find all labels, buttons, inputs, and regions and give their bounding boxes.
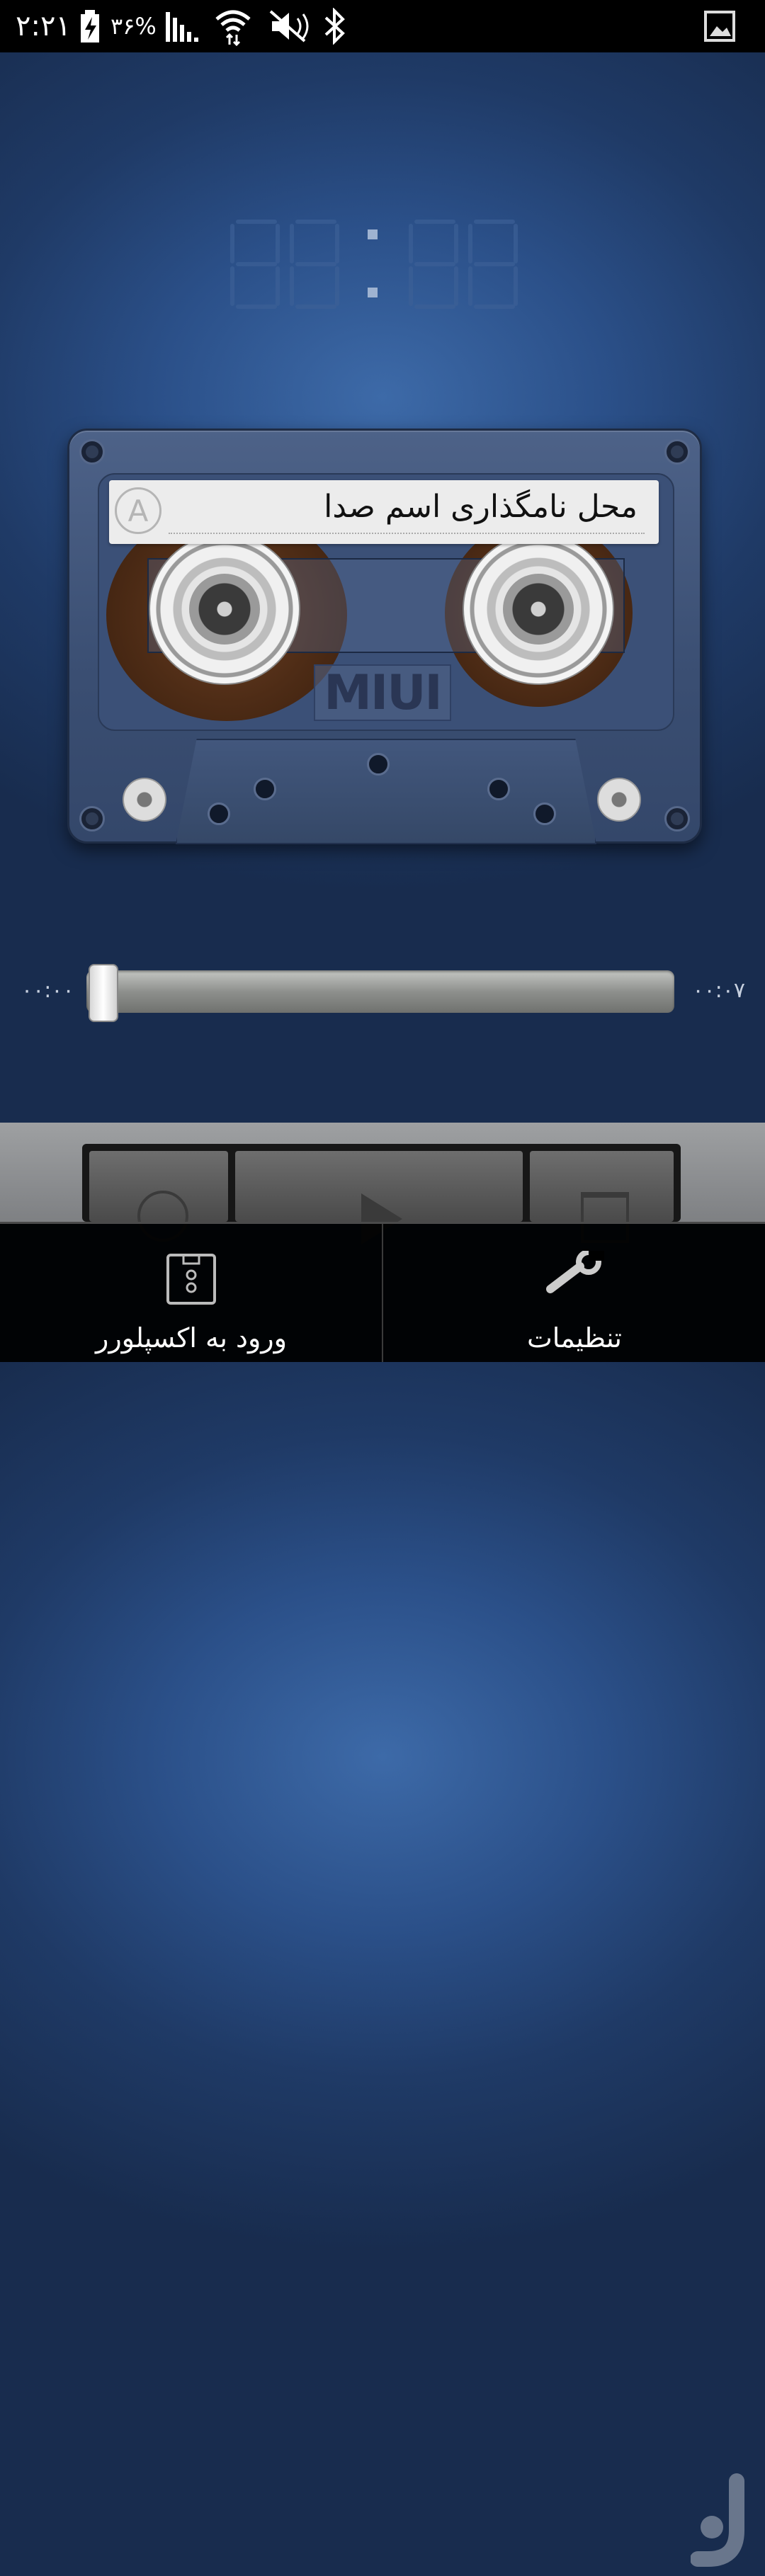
seek-thumb[interactable] (89, 964, 118, 1022)
screw-icon (664, 439, 690, 465)
tape-hole (367, 753, 390, 776)
play-button[interactable] (235, 1151, 523, 1244)
cassette-tape: A محل نامگذاری اسم صدا MIUI (67, 429, 702, 844)
elapsed-time: ۰۰:۰۰ (21, 978, 74, 1003)
playback-controls (0, 1123, 765, 1244)
menu-label-settings: تنظیمات (526, 1322, 622, 1354)
status-bar: ۲:۲۱ ۳۶% (0, 0, 765, 52)
add-button[interactable] (89, 1151, 228, 1242)
bluetooth-icon (323, 0, 347, 52)
timer-colon (349, 220, 402, 307)
brand-logo: MIUI (314, 664, 451, 721)
cassette-label[interactable]: A محل نامگذاری اسم صدا (109, 480, 659, 544)
file-cabinet-icon (165, 1251, 217, 1309)
signal-icon (164, 0, 201, 52)
gallery-icon (704, 0, 735, 52)
reel-left-icon (149, 533, 300, 685)
wrench-icon (545, 1249, 604, 1299)
seek-bar-row: ۰۰:۰۰ ۰۰:۰۷ (0, 964, 765, 1022)
battery-charging-icon (79, 0, 106, 52)
gear-icon (597, 778, 641, 822)
seek-bar[interactable] (86, 970, 674, 1013)
delete-button[interactable] (530, 1151, 674, 1243)
watermark-logo (690, 2467, 754, 2573)
menu-item-settings[interactable]: تنظیمات (383, 1224, 765, 1362)
menu-label-explorer: ورود به اکسپلورر (95, 1322, 287, 1354)
menu-item-explorer[interactable]: ورود به اکسپلورر (0, 1224, 382, 1362)
screw-icon (664, 806, 690, 832)
timer-display (230, 220, 528, 309)
recording-title: محل نامگذاری اسم صدا (324, 489, 638, 525)
status-time: ۲:۲۱ (16, 10, 71, 42)
side-a-icon: A (115, 487, 162, 534)
cassette-bottom (176, 739, 596, 844)
battery-percent: ۳۶% (110, 13, 157, 40)
mute-icon (269, 0, 314, 52)
options-menu: ورود به اکسپلورر تنظیمات (0, 1222, 765, 2567)
reel-right-icon (463, 533, 614, 685)
duration-time: ۰۰:۰۷ (692, 978, 745, 1003)
wifi-icon (214, 0, 252, 52)
screw-icon (79, 439, 105, 465)
digit (468, 220, 518, 309)
tape-hole (208, 802, 230, 825)
screw-icon (79, 806, 105, 832)
gear-icon (123, 778, 166, 822)
tape-hole (533, 802, 556, 825)
tape-hole (254, 778, 276, 800)
digit (409, 220, 458, 309)
digit (230, 220, 280, 309)
digit (290, 220, 339, 309)
tape-hole (487, 778, 510, 800)
